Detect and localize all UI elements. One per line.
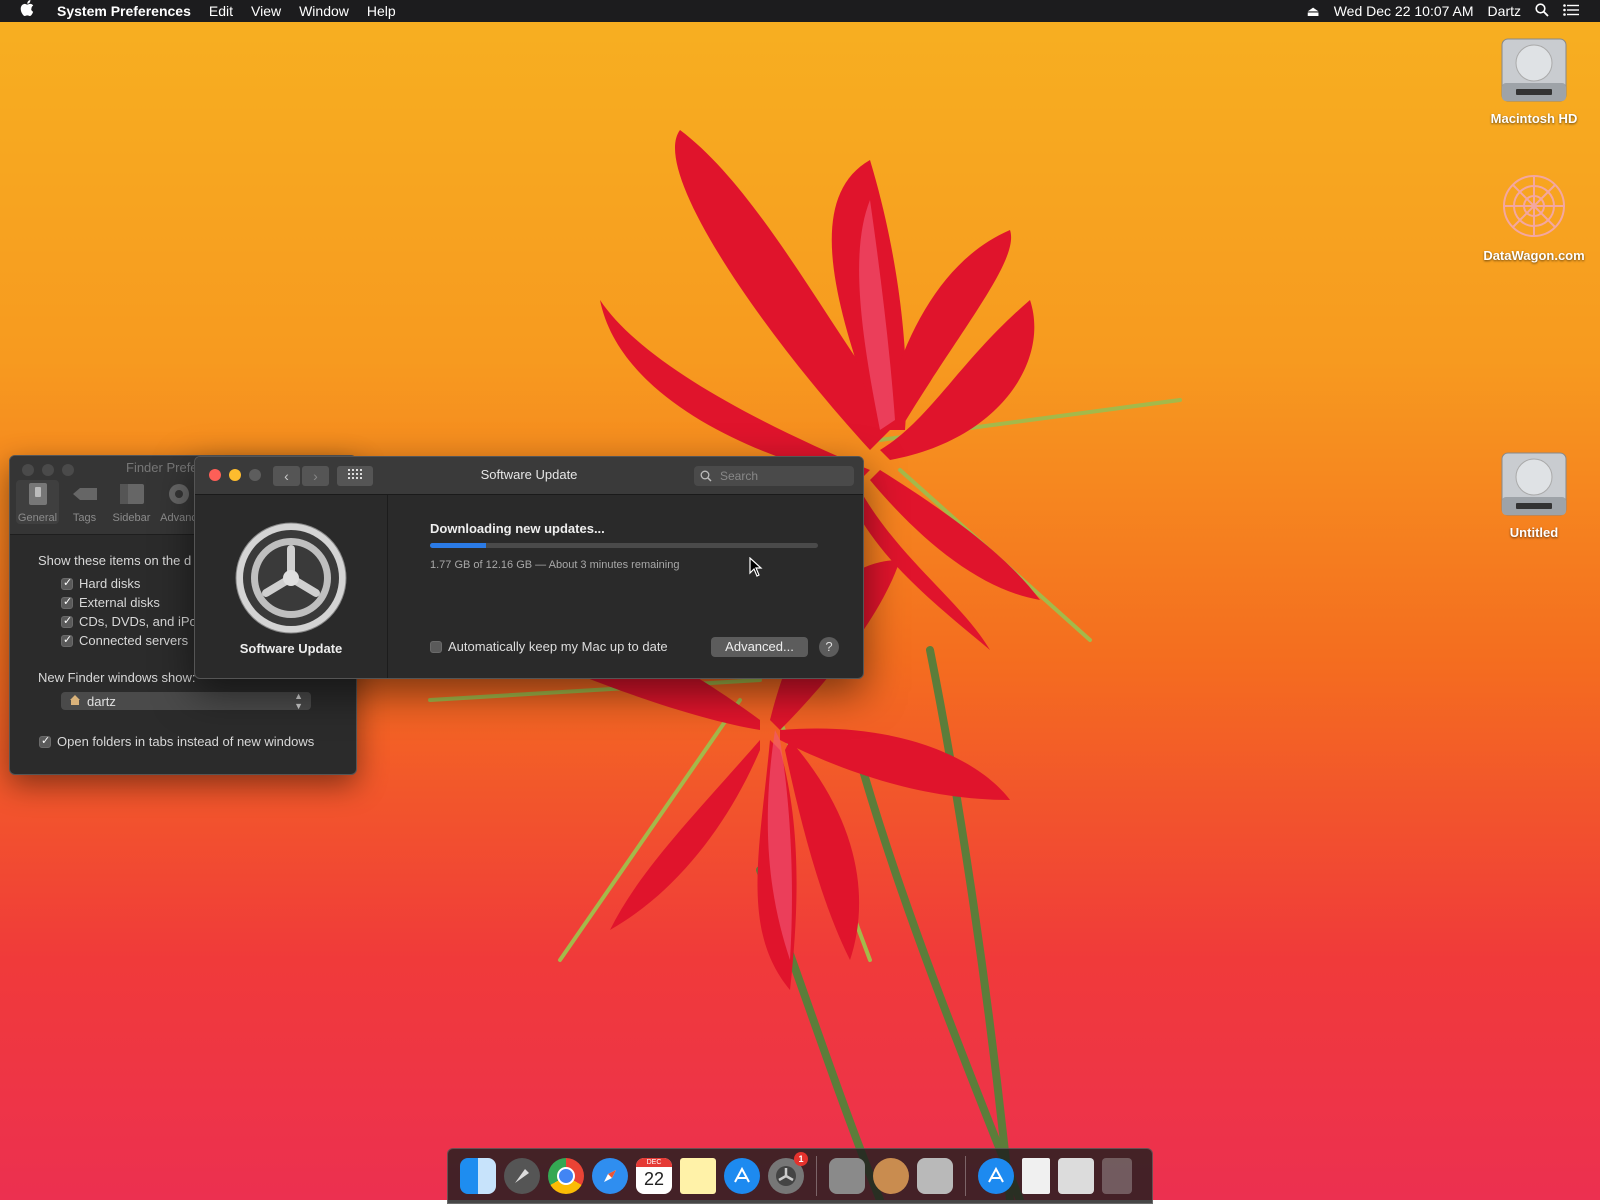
menu-bar: System Preferences Edit View Window Help… [0, 0, 1600, 22]
software-update-main: Downloading new updates... 1.77 GB of 12… [430, 495, 863, 678]
dock-installer-icon[interactable] [917, 1158, 953, 1194]
help-button[interactable]: ? [819, 637, 839, 657]
new-windows-popup[interactable]: dartz ▲ ▼ [61, 691, 311, 711]
dock-separator [965, 1156, 966, 1196]
menu-user[interactable]: Dartz [1481, 3, 1528, 19]
menu-edit[interactable]: Edit [200, 0, 242, 22]
dock-app-store-download-icon[interactable] [978, 1158, 1014, 1194]
checkbox-label: Connected servers [79, 633, 189, 648]
menu-app-name[interactable]: System Preferences [48, 0, 200, 22]
advanced-button[interactable]: Advanced... [711, 637, 808, 657]
popup-value: dartz [87, 693, 116, 709]
menu-extras: ⏏ Wed Dec 22 10:07 AM Dartz [1299, 3, 1600, 20]
dock-calendar-icon[interactable]: DEC 22 [636, 1158, 672, 1194]
dock-finder-icon[interactable] [460, 1158, 496, 1194]
sidebar-icon [118, 480, 146, 508]
tab-label: Tags [72, 512, 97, 524]
download-detail: 1.77 GB of 12.16 GB — About 3 minutes re… [430, 559, 680, 571]
software-update-window[interactable]: ‹ › Software Update Search Software Upda… [194, 456, 864, 679]
calendar-day: 22 [643, 1169, 665, 1189]
finder-prefs-tabs: General Tags Sidebar Advanc [16, 480, 200, 524]
tag-icon [71, 480, 99, 508]
checkbox[interactable] [61, 576, 73, 590]
search-field[interactable] [694, 466, 854, 486]
dock-utility-icon[interactable] [829, 1158, 865, 1194]
spotlight-icon[interactable] [1528, 2, 1556, 20]
mandala-icon [1498, 170, 1570, 242]
tab-label: General [17, 512, 58, 524]
software-update-sidebar: Software Update [195, 495, 388, 678]
tab-label: Advanc [160, 512, 197, 524]
tab-label: Sidebar [112, 512, 151, 524]
dock-app-store-icon[interactable] [724, 1158, 760, 1194]
checkbox[interactable] [61, 595, 73, 609]
menu-help[interactable]: Help [358, 0, 405, 22]
desktop-icon-label: Macintosh HD [1490, 111, 1578, 126]
dock-chrome-icon[interactable] [548, 1158, 584, 1194]
desktop-icon-label: DataWagon.com [1483, 248, 1585, 263]
auto-update-checkbox[interactable]: Automatically keep my Mac up to date [430, 639, 668, 654]
desktop-icon-macintosh-hd[interactable]: Macintosh HD [1469, 33, 1599, 126]
menu-view[interactable]: View [242, 0, 290, 22]
pane-label: Software Update [239, 641, 343, 656]
checkbox-label: External disks [79, 595, 160, 610]
notification-badge: 1 [794, 1152, 808, 1166]
dock-downloads-stack-icon[interactable] [1058, 1158, 1094, 1194]
desktop-icon-untitled[interactable]: Untitled [1469, 447, 1599, 540]
dock-document-icon[interactable] [1022, 1158, 1050, 1194]
checkbox[interactable] [430, 640, 442, 653]
software-update-gear-icon [234, 521, 348, 635]
close-button[interactable] [22, 464, 34, 476]
calendar-month: DEC [636, 1158, 672, 1167]
dock-separator [816, 1156, 817, 1196]
home-icon [69, 694, 81, 709]
checkbox-label: Automatically keep my Mac up to date [448, 639, 668, 654]
checkbox[interactable] [61, 633, 73, 647]
dock-notes-icon[interactable] [680, 1158, 716, 1194]
minimize-button[interactable] [42, 464, 54, 476]
desktop-icon-label: Untitled [1509, 525, 1559, 540]
dock-safari-icon[interactable] [592, 1158, 628, 1194]
checkbox[interactable] [39, 734, 51, 748]
tab-general[interactable]: General [16, 480, 59, 524]
tab-tags[interactable]: Tags [63, 480, 106, 524]
hard-drive-icon [1498, 33, 1570, 105]
download-status: Downloading new updates... [430, 521, 605, 536]
updown-arrows-icon: ▲ ▼ [294, 691, 303, 711]
eject-icon[interactable]: ⏏ [1299, 3, 1326, 20]
checkbox-open-in-tabs[interactable]: Open folders in tabs instead of new wind… [39, 734, 356, 749]
checkbox[interactable] [61, 614, 73, 628]
apple-menu-icon[interactable] [0, 0, 48, 22]
zoom-button[interactable] [62, 464, 74, 476]
dock-system-preferences-icon[interactable]: 1 [768, 1152, 808, 1194]
checkbox-label: Hard disks [79, 576, 141, 591]
search-input[interactable] [718, 468, 842, 484]
software-update-toolbar: ‹ › Software Update [195, 457, 863, 495]
mouse-cursor-icon [749, 556, 763, 580]
menu-clock[interactable]: Wed Dec 22 10:07 AM [1327, 3, 1481, 19]
search-icon [700, 470, 712, 482]
checkbox-label: Open folders in tabs instead of new wind… [57, 734, 315, 749]
window-controls [22, 464, 74, 476]
checkbox-label: CDs, DVDs, and iPo [79, 614, 197, 629]
dock-launchpad-icon[interactable] [504, 1158, 540, 1194]
dock-lion-icon[interactable] [873, 1158, 909, 1194]
notification-center-icon[interactable] [1556, 3, 1586, 19]
progress-fill [430, 543, 487, 548]
dock-trash-icon[interactable] [1102, 1158, 1132, 1194]
gear-icon [165, 480, 193, 508]
tab-sidebar[interactable]: Sidebar [110, 480, 153, 524]
download-progress-bar [430, 543, 818, 548]
hard-drive-icon [1498, 447, 1570, 519]
general-switch-icon [24, 480, 52, 508]
desktop-icon-datawagon[interactable]: DataWagon.com [1469, 170, 1599, 263]
window-title: Finder Prefe [126, 460, 198, 475]
menu-window[interactable]: Window [290, 0, 358, 22]
dock: DEC 22 1 [447, 1148, 1153, 1204]
